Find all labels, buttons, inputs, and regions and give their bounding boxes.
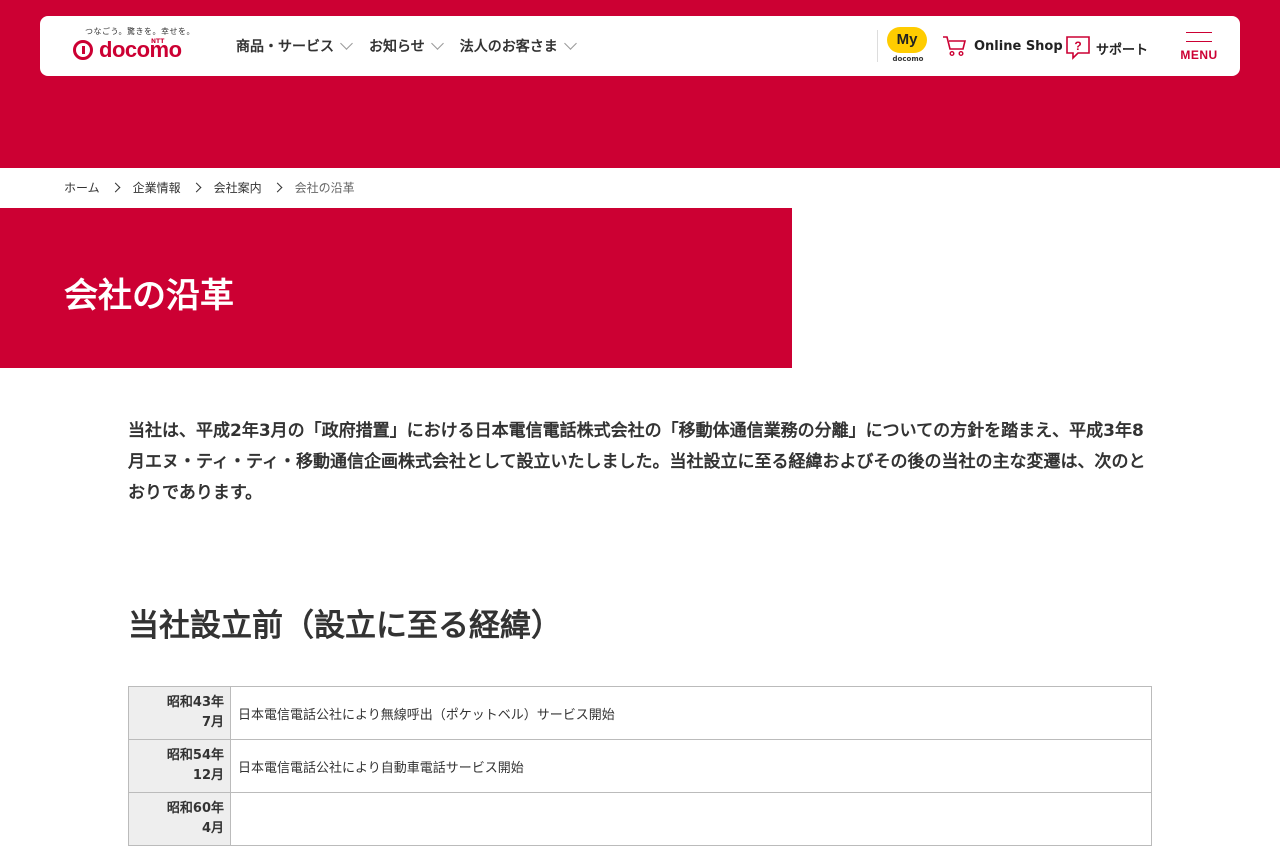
- cart-icon: [943, 36, 967, 57]
- help-question-icon: ?: [1066, 36, 1090, 60]
- nav-menu: 商品・サービス お知らせ 法人のお客さま: [236, 16, 593, 76]
- menu-button[interactable]: MENU: [1176, 32, 1222, 62]
- history-table: 昭和43年 7月 日本電信電話公社により無線呼出（ポケットベル）サービス開始 昭…: [128, 686, 1152, 846]
- menu-label: MENU: [1180, 48, 1218, 62]
- breadcrumb-current: 会社の沿革: [294, 181, 355, 195]
- history-month: 7月: [201, 715, 224, 730]
- nav-item-news[interactable]: お知らせ: [369, 36, 444, 56]
- history-month: 4月: [201, 821, 224, 836]
- breadcrumb-corporate[interactable]: 企業情報: [133, 179, 181, 196]
- table-row: 昭和60年 4月: [128, 792, 1152, 846]
- nav-item-label: 商品・サービス: [236, 39, 334, 55]
- header-background: つなごう。驚きを。幸せを。 NTT docomo 商品・サービス お知らせ 法人…: [0, 0, 1280, 168]
- chevron-down-icon: [563, 37, 577, 50]
- table-row: 昭和43年 7月 日本電信電話公社により無線呼出（ポケットベル）サービス開始: [128, 686, 1152, 740]
- nav-item-business[interactable]: 法人のお客さま: [459, 36, 577, 56]
- chevron-down-icon: [430, 37, 444, 50]
- history-month: 12月: [192, 768, 224, 783]
- breadcrumb-home[interactable]: ホーム: [64, 179, 100, 196]
- chevron-right-icon: [110, 182, 121, 193]
- online-shop-link[interactable]: Online Shop: [942, 35, 1063, 57]
- nav-item-label: 法人のお客さま: [459, 39, 558, 55]
- history-event: 日本電信電話公社により無線呼出（ポケットベル）サービス開始: [230, 686, 1152, 740]
- history-year: 昭和43年: [166, 695, 224, 710]
- nav-item-label: お知らせ: [369, 39, 425, 55]
- logo-tagline: つなごう。驚きを。幸せを。: [85, 27, 196, 36]
- intro-text: 当社は、平成2年3月の「政府措置」における日本電信電話株式会社の「移動体通信業務…: [128, 421, 1146, 503]
- breadcrumb-company[interactable]: 会社案内: [214, 179, 262, 196]
- breadcrumb: ホーム 企業情報 会社案内 会社の沿革: [64, 179, 355, 196]
- my-docomo-badge: My: [887, 27, 927, 53]
- logo-text: docomo: [99, 37, 182, 62]
- chevron-down-icon: [340, 37, 353, 50]
- history-event: 日本電信電話公社により自動車電話サービス開始: [230, 739, 1152, 793]
- page-title: 会社の沿革: [64, 276, 234, 316]
- chevron-right-icon: [191, 182, 202, 193]
- nav-item-products[interactable]: 商品・サービス: [236, 36, 353, 56]
- docomo-logo[interactable]: つなごう。驚きを。幸せを。 NTT docomo: [73, 26, 203, 68]
- my-docomo-sub: docomo: [892, 55, 924, 63]
- nav-divider: [877, 30, 878, 62]
- chevron-right-icon: [272, 182, 283, 193]
- history-year: 昭和54年: [166, 748, 224, 763]
- support-link[interactable]: ? サポート: [1064, 35, 1148, 61]
- page-title-banner: 会社の沿革: [0, 208, 792, 368]
- docomo-logo-mark-icon: [73, 40, 93, 60]
- history-date: 昭和60年 4月: [128, 792, 231, 846]
- support-label: サポート: [1096, 42, 1149, 58]
- my-docomo-link[interactable]: My docomo: [887, 27, 929, 67]
- online-shop-label: Online Shop: [974, 38, 1063, 54]
- history-event: [230, 792, 1152, 846]
- svg-text:?: ?: [1074, 39, 1081, 53]
- table-row: 昭和54年 12月 日本電信電話公社により自動車電話サービス開始: [128, 739, 1152, 793]
- history-date: 昭和43年 7月: [128, 686, 231, 740]
- history-year: 昭和60年: [166, 801, 224, 816]
- section-title: 当社設立前（設立に至る経緯）: [128, 608, 562, 644]
- global-nav: つなごう。驚きを。幸せを。 NTT docomo 商品・サービス お知らせ 法人…: [40, 16, 1240, 76]
- history-date: 昭和54年 12月: [128, 739, 231, 793]
- hamburger-icon: [1186, 32, 1212, 42]
